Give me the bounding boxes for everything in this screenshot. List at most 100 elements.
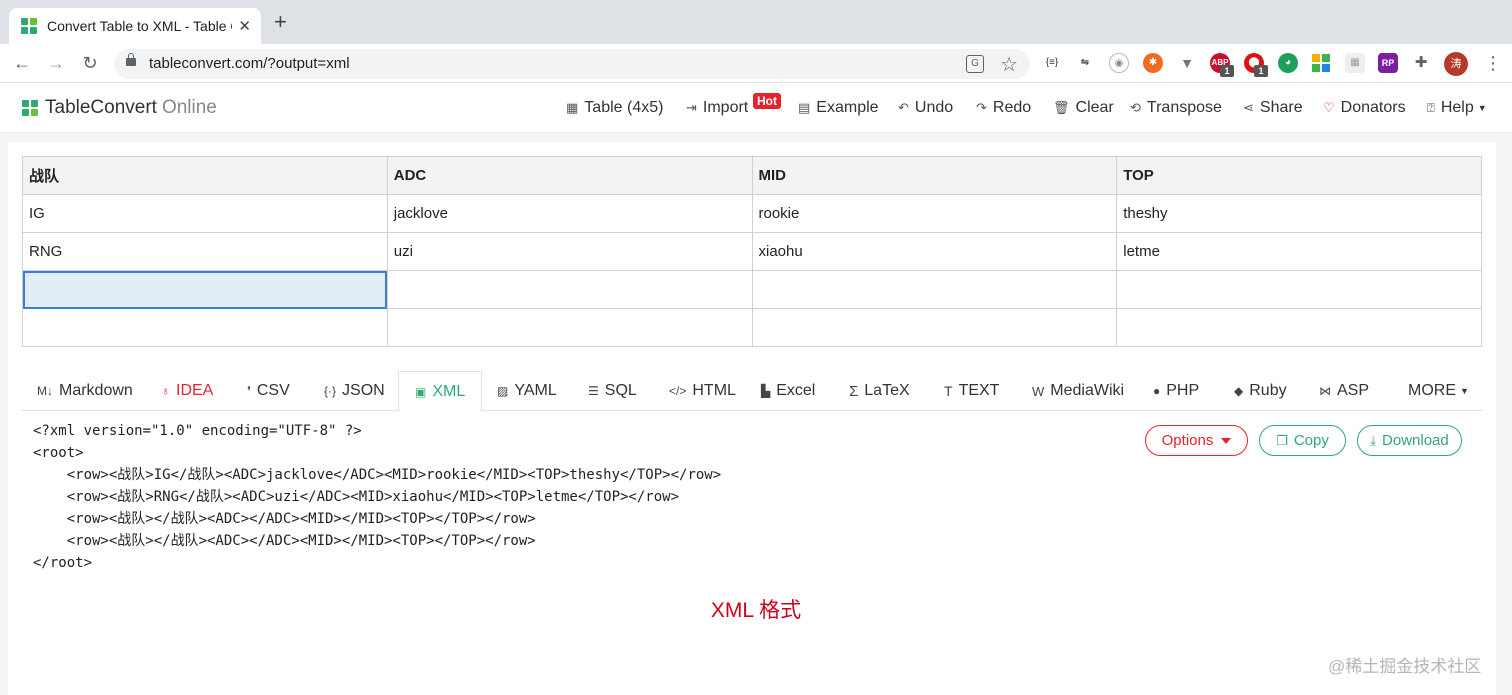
profile-avatar[interactable]: 涛 [1444,52,1468,76]
caret-down-icon [1221,437,1232,444]
tab-html[interactable]: </> HTML [669,371,736,411]
csv-icon: ❜ [247,384,251,398]
address-bar[interactable]: tableconvert.com/?output=xml G ☆ [114,49,1030,79]
markdown-icon: M↓ [37,384,53,398]
menu-redo[interactable]: ↷ Redo [976,99,1031,117]
brand-logo[interactable]: TableConvert Online [22,97,217,119]
screenshot-extension-icon[interactable]: ◉ [1109,53,1129,73]
table-cell[interactable] [1116,270,1482,309]
xml-output[interactable]: <?xml version="1.0" encoding="UTF-8" ?> <… [33,420,721,574]
tab-ruby[interactable]: ◆ Ruby [1234,371,1287,411]
blank-extension-icon[interactable]: ▦ [1345,53,1365,73]
menu-table-size[interactable]: ▦ Table (4x5) [566,99,663,117]
table-cell[interactable] [751,308,1118,347]
table-cell[interactable]: RNG [22,232,388,271]
tab-title: Convert Table to XML - Table C [47,18,233,34]
url-text: tableconvert.com/?output=xml [149,55,350,72]
table-row: RNG uzi xiaohu letme [22,232,1482,271]
browser-tab-strip: Convert Table to XML - Table C ✕ + [0,0,1512,44]
table-row [22,270,1482,309]
purple-extension-icon[interactable]: RP [1378,53,1398,73]
tab-latex[interactable]: Σ LaTeX [849,371,910,411]
table-cell[interactable]: xiaohu [751,232,1118,271]
table-convert-logo-icon [22,100,38,116]
tab-idea[interactable]: ♁ IDEA [161,371,213,411]
menu-donators[interactable]: ♡ Donators [1323,99,1406,117]
menu-help[interactable]: ⍰ Help ▼ [1427,99,1487,117]
menu-import[interactable]: ⇥ Import [686,99,748,117]
green-extension-icon[interactable]: ◕ [1278,53,1298,73]
menu-example[interactable]: ▤ Example [798,99,879,117]
table-cell[interactable] [386,308,753,347]
tab-mediawiki[interactable]: W MediaWiki [1032,371,1124,411]
copy-button[interactable]: ❐ Copy [1259,425,1346,456]
asp-icon: ⋈ [1319,384,1331,398]
table-cell[interactable] [1116,308,1482,347]
brand-name: TableConvert [45,97,157,118]
vue-devtools-icon[interactable]: ▼ [1177,53,1197,73]
tab-more[interactable]: MORE ▼ [1408,371,1469,411]
translate-icon[interactable]: G [966,55,984,73]
ruby-icon: ◆ [1234,384,1244,398]
browser-toolbar: ← → ↻ tableconvert.com/?output=xml G ☆ {… [0,44,1512,83]
menu-undo[interactable]: ↶ Undo [898,99,953,117]
table-cell[interactable]: letme [1116,232,1482,271]
tab-xml[interactable]: ▣ XML [398,371,483,412]
menu-transpose[interactable]: ⟲ Transpose [1130,99,1222,117]
table-cell[interactable] [22,308,388,347]
tab-asp[interactable]: ⋈ ASP [1319,371,1369,411]
code-line: <row><战队>RNG</战队><ADC>uzi</ADC><MID>xiao… [33,489,680,505]
watermark: @稀土掘金技术社区 [1328,657,1482,676]
lock-icon [126,53,136,66]
tab-yaml[interactable]: ▨ YAML [497,371,557,411]
tab-json[interactable]: {·} JSON [324,371,385,411]
code-line: <root> [33,445,84,461]
table-cell[interactable] [751,270,1118,309]
brand-suffix: Online [161,97,217,118]
menu-share[interactable]: ⋖ Share [1243,99,1303,117]
grid-extension-icon[interactable] [1311,53,1331,73]
redo-icon: ↷ [976,100,987,115]
table-cell[interactable]: IG [22,194,388,233]
chevron-down-icon: ▼ [1460,386,1469,396]
reload-icon[interactable]: ↻ [78,52,102,74]
forward-arrow-icon[interactable]: → [44,52,68,74]
table-cell[interactable]: rookie [751,194,1118,233]
header-cell[interactable]: ADC [386,156,753,195]
new-tab-button[interactable]: + [274,11,287,33]
options-button[interactable]: Options [1145,425,1248,456]
table-row: IG jacklove rookie theshy [22,194,1482,233]
tab-csv[interactable]: ❜ CSV [247,371,290,411]
tab-text[interactable]: T TEXT [944,371,999,411]
table-cell[interactable] [386,270,753,309]
close-tab-icon[interactable]: ✕ [238,17,251,35]
tab-php[interactable]: ● PHP [1153,371,1199,411]
header-cell[interactable]: 战队 [22,156,388,195]
network-extension-icon[interactable]: ⇋ [1075,53,1095,73]
table-convert-favicon-icon [21,18,37,34]
table-cell[interactable]: theshy [1116,194,1482,233]
excel-icon: ▙ [761,384,771,398]
bookmark-star-icon[interactable]: ☆ [1000,52,1018,77]
json-extension-icon[interactable]: {≡} [1042,53,1062,73]
extensions-puzzle-icon[interactable]: ✚ [1411,53,1431,73]
header-cell[interactable]: MID [751,156,1118,195]
tab-excel[interactable]: ▙ Excel [761,371,815,411]
browser-tab[interactable]: Convert Table to XML - Table C ✕ [9,8,261,44]
header-cell[interactable]: TOP [1116,156,1482,195]
tab-markdown[interactable]: M↓ Markdown [37,371,133,411]
menu-clear[interactable]: 🗑 Clear [1053,99,1114,117]
table-cell[interactable]: uzi [386,232,753,271]
table-cell[interactable]: jacklove [386,194,753,233]
table-editor: 战队 ADC MID TOP IG jacklove rookie theshy… [22,156,1482,347]
selected-table-cell[interactable] [22,270,388,309]
transpose-icon: ⟲ [1130,100,1141,115]
sigma-icon: Σ [849,382,859,400]
download-button[interactable]: ⤓ Download [1357,425,1462,456]
tab-sql[interactable]: ☰ SQL [588,371,637,411]
text-icon: T [944,383,953,399]
json-braces-icon: {·} [324,384,337,398]
back-arrow-icon[interactable]: ← [10,52,34,74]
orange-extension-icon[interactable]: ✱ [1143,53,1163,73]
browser-menu-icon[interactable]: ⋮ [1484,52,1502,74]
